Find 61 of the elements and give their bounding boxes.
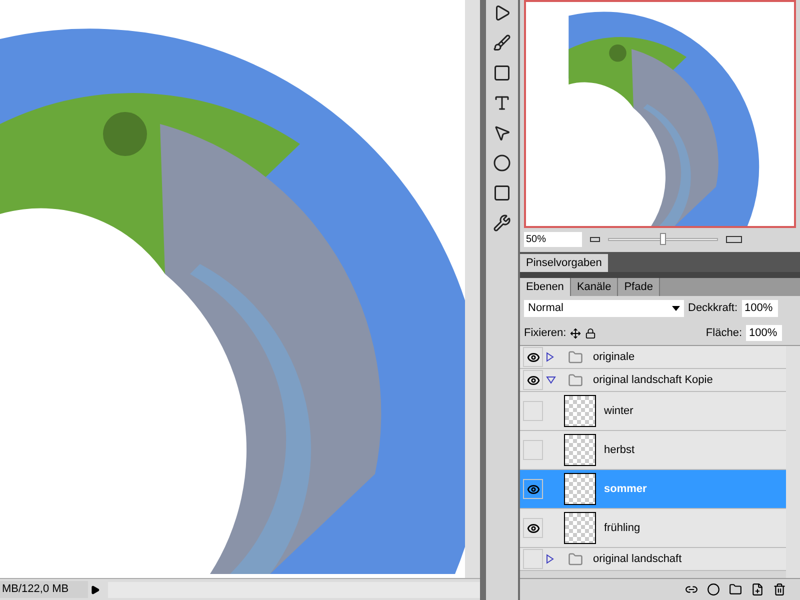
layer-name: frühling xyxy=(604,520,640,536)
vertical-scrollbar[interactable] xyxy=(465,0,480,578)
layers-scrollbar[interactable] xyxy=(786,346,800,578)
dropdown-caret-icon xyxy=(672,306,680,311)
layer-thumbnail xyxy=(564,512,596,544)
panel-tab[interactable]: Ebenen xyxy=(520,278,571,296)
play-icon[interactable] xyxy=(493,4,511,22)
opacity-field[interactable]: 100% xyxy=(742,300,778,317)
layer-name: original landschaft xyxy=(593,552,682,567)
lock-label: Fixieren: xyxy=(524,326,566,341)
horizontal-scrollbar[interactable] xyxy=(108,582,480,598)
layer-thumbnail xyxy=(564,473,596,505)
layer-name: sommer xyxy=(604,482,647,497)
slider-thumb[interactable] xyxy=(660,233,666,245)
eye-icon xyxy=(526,522,540,534)
visibility-toggle[interactable] xyxy=(523,518,543,538)
layer-row[interactable]: frühling xyxy=(520,509,786,548)
play-icon[interactable] xyxy=(90,584,100,594)
layer-row[interactable]: originale xyxy=(520,346,786,369)
fill-field[interactable]: 100% xyxy=(746,324,782,342)
zoom-field[interactable]: 50% xyxy=(524,232,582,246)
panel-tab[interactable]: Kanäle xyxy=(570,278,618,296)
layer-name: original landschaft Kopie xyxy=(593,372,713,388)
layer-name: winter xyxy=(604,404,634,419)
zoom-slider[interactable] xyxy=(608,233,718,245)
pointer-icon[interactable] xyxy=(493,124,511,142)
tools-icon[interactable] xyxy=(493,214,511,232)
visibility-toggle[interactable] xyxy=(523,370,543,390)
eye-icon xyxy=(526,374,540,386)
type-icon[interactable] xyxy=(493,94,511,112)
trash-icon[interactable] xyxy=(773,583,786,596)
layer-thumbnail xyxy=(564,395,596,427)
visibility-toggle[interactable] xyxy=(523,347,543,367)
blend-mode-dropdown[interactable]: Normal xyxy=(524,300,684,317)
visibility-toggle[interactable] xyxy=(523,440,543,460)
layer-row[interactable]: herbst xyxy=(520,431,786,470)
layer-thumbnail xyxy=(564,434,596,466)
layer-name: originale xyxy=(593,350,635,365)
move-icon[interactable] xyxy=(570,328,582,338)
layer-row[interactable]: original landschaft Kopie xyxy=(520,369,786,392)
layer-row[interactable]: original landschaft xyxy=(520,548,786,571)
folder-icon xyxy=(568,552,583,566)
circle-icon[interactable] xyxy=(493,154,511,172)
visibility-toggle[interactable] xyxy=(523,401,543,421)
lock-icon[interactable] xyxy=(585,328,596,338)
document-size: MB/122,0 MB xyxy=(0,581,88,598)
panel-tab[interactable]: Pinselvorgaben xyxy=(520,254,608,272)
eye-icon xyxy=(526,350,540,364)
folder-icon xyxy=(568,372,583,388)
layer-row[interactable]: winter xyxy=(520,392,786,431)
visibility-toggle[interactable] xyxy=(523,479,543,499)
eye-icon xyxy=(526,482,540,496)
new-layer-icon[interactable] xyxy=(751,583,764,596)
brush-icon[interactable] xyxy=(493,34,511,52)
fill-label: Fläche: xyxy=(706,326,742,341)
layer-name: herbst xyxy=(604,442,635,458)
visibility-toggle[interactable] xyxy=(523,549,543,569)
opacity-label: Deckkraft: xyxy=(688,301,738,316)
folder-icon[interactable] xyxy=(729,583,742,596)
panel-tab[interactable]: Pfade xyxy=(618,278,660,296)
folder-icon xyxy=(568,350,583,364)
